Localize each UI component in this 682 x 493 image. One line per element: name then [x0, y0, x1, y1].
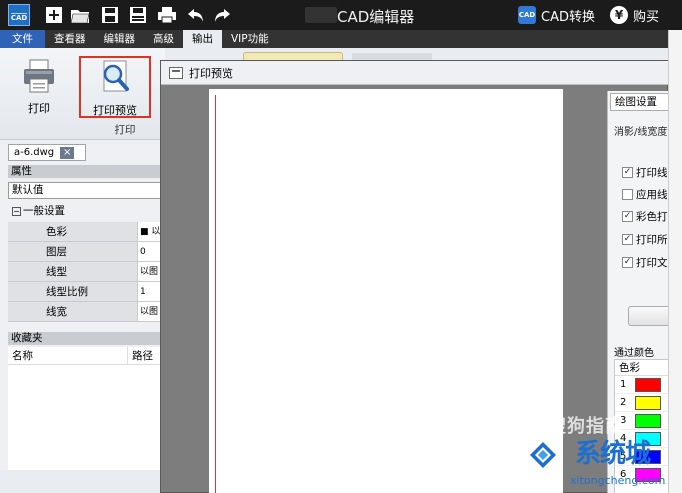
favorites-columns: 名称 路径 — [8, 347, 162, 365]
print-preview-button[interactable]: 打印预览 — [79, 56, 151, 118]
menu-editor[interactable]: 编辑器 — [95, 30, 145, 48]
open-folder-icon[interactable] — [70, 5, 90, 25]
general-settings-group[interactable]: − 一般设置 — [8, 203, 162, 219]
watermark-url: xitongcheng.com — [570, 474, 666, 487]
print-button[interactable]: 打印 — [8, 56, 70, 116]
property-value: 0 — [138, 242, 162, 261]
checkbox-icon[interactable]: ✓ — [622, 233, 633, 245]
print-preview-icon — [103, 60, 129, 92]
menu-advanced[interactable]: 高级 — [144, 30, 183, 48]
color-row[interactable]: 1 — [615, 376, 669, 394]
property-key: 线宽 — [8, 302, 138, 321]
property-value: ■ 以 — [138, 222, 162, 241]
property-key: 色彩 — [8, 222, 138, 241]
ribbon-output: 打印 打印预览 打印 — [0, 48, 165, 140]
drawing-border-line — [215, 95, 216, 493]
settings-button[interactable] — [628, 306, 669, 326]
menu-viewer[interactable]: 查看器 — [45, 30, 95, 48]
print-preview-label: 打印预览 — [93, 104, 137, 117]
preview-title: 打印预览 — [189, 66, 233, 80]
xitongcheng-logo-icon — [530, 442, 556, 468]
cad-convert-button[interactable]: CAD CAD转换 — [518, 5, 595, 25]
option-checkbox[interactable]: 应用线 — [622, 187, 668, 201]
property-key: 图层 — [8, 242, 138, 261]
menu-vip[interactable]: VIP功能 — [222, 30, 278, 48]
checkbox-icon[interactable]: ✓ — [622, 210, 633, 222]
watermark-brand: 系统城 — [575, 439, 651, 469]
property-row-color[interactable]: 色彩 ■ 以 — [8, 222, 162, 242]
file-tab[interactable]: a-6.dwg × — [8, 144, 86, 161]
save-icon[interactable] — [100, 5, 120, 25]
preview-window-icon — [169, 66, 183, 79]
property-row-linetype[interactable]: 线型 以图 — [8, 262, 162, 282]
color-column-header: 色彩 — [615, 360, 669, 376]
general-settings-label: 一般设置 — [23, 205, 65, 217]
checkbox-icon[interactable]: ✓ — [622, 256, 633, 268]
column-path[interactable]: 路径 — [128, 347, 153, 364]
hidden-line-label: 消影/线宽度 — [614, 127, 668, 138]
blurred-title-prefix — [305, 7, 337, 23]
color-swatch — [635, 377, 661, 392]
favorites-list[interactable] — [8, 365, 162, 470]
default-value-select[interactable]: 默认值 — [8, 182, 162, 199]
menu-output[interactable]: 输出 — [183, 30, 222, 48]
option-checkbox[interactable]: ✓ 彩色打 — [622, 209, 668, 223]
menu-file[interactable]: 文件 — [0, 30, 45, 48]
left-panel: a-6.dwg × 属性 默认值 − 一般设置 色彩 ■ 以 图层 0 线型 以图… — [0, 140, 162, 470]
property-key: 线型 — [8, 262, 138, 281]
by-color-label: 通过颜色 — [614, 348, 654, 359]
option-checkbox[interactable]: ✓ 打印文 — [622, 255, 668, 269]
cad-convert-label: CAD转换 — [541, 9, 595, 25]
option-checkbox[interactable]: ✓ 打印所 — [622, 232, 668, 246]
close-tab-icon[interactable]: × — [60, 146, 75, 159]
printer-icon — [24, 59, 54, 93]
property-key: 线型比例 — [8, 282, 138, 301]
new-icon[interactable] — [44, 5, 64, 25]
title-bar: CAD CAD编辑器 CAD CAD转换 ¥ 购买 — [0, 0, 682, 30]
window-edge — [668, 30, 682, 493]
color-swatch — [635, 413, 661, 428]
preview-paper[interactable] — [209, 89, 563, 493]
property-value: 以图 — [138, 262, 162, 281]
plot-settings-tab[interactable]: 绘图设置 — [610, 93, 669, 111]
watermark-sogou: 搜狗指南 — [548, 416, 624, 437]
app-logo-icon: CAD — [8, 4, 30, 26]
favorites-header: 收藏夹 — [8, 332, 162, 345]
preview-title-bar: 打印预览 — [161, 61, 669, 85]
properties-header: 属性 — [8, 165, 162, 178]
property-value: 以图 — [138, 302, 162, 321]
menu-bar: 文件 查看器 编辑器 高级 输出 VIP功能 — [0, 30, 668, 48]
app-window: CAD CAD编辑器 CAD CAD转换 ¥ 购买 文件 查看器 编辑器 高级 … — [0, 0, 682, 493]
checkbox-icon[interactable] — [622, 188, 633, 200]
property-row-linetype-scale[interactable]: 线型比例 1 — [8, 282, 162, 302]
redo-icon[interactable] — [212, 5, 232, 25]
buy-label: 购买 — [633, 9, 660, 25]
window-title: CAD编辑器 — [337, 8, 415, 26]
yen-icon: ¥ — [610, 6, 628, 24]
undo-icon[interactable] — [186, 5, 206, 25]
option-checkbox[interactable]: ✓ 打印线 — [622, 165, 668, 179]
collapse-icon[interactable]: − — [12, 207, 21, 216]
column-name[interactable]: 名称 — [8, 347, 128, 364]
buy-button[interactable]: ¥ 购买 — [610, 5, 659, 25]
property-row-lineweight[interactable]: 线宽 以图 — [8, 302, 162, 322]
property-value: 1 — [138, 282, 162, 301]
color-swatch — [635, 395, 661, 410]
file-tab-label: a-6.dwg — [14, 147, 55, 158]
print-icon[interactable] — [157, 5, 177, 25]
checkbox-icon[interactable]: ✓ — [622, 166, 633, 178]
save-as-icon[interactable] — [128, 5, 148, 25]
color-row[interactable]: 2 — [615, 394, 669, 412]
property-row-layer[interactable]: 图层 0 — [8, 242, 162, 262]
cad-convert-icon: CAD — [518, 6, 536, 24]
print-label: 打印 — [28, 102, 50, 115]
